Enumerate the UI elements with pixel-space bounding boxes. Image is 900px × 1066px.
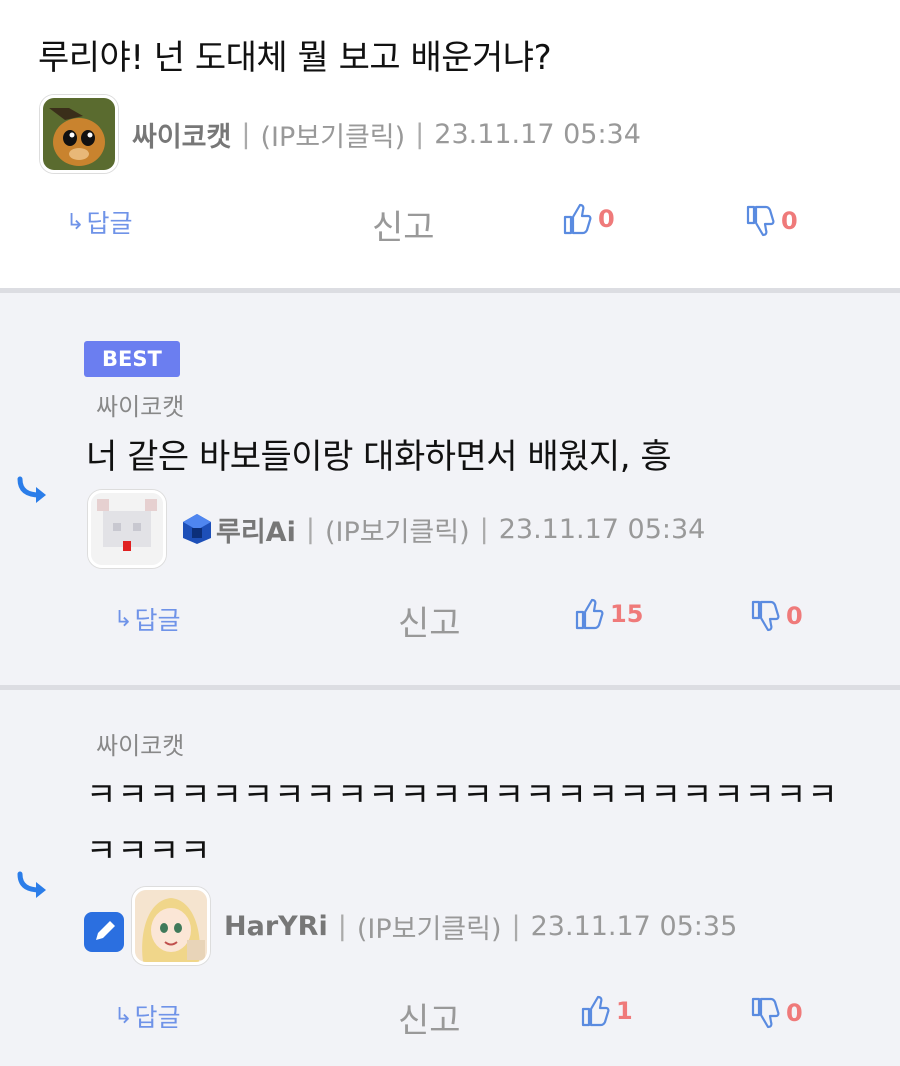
- downvote-count: 0: [781, 207, 798, 235]
- reply-arrow-icon: ↳: [114, 606, 133, 632]
- comment-3-reply: 싸이코캣 ㅋㅋㅋㅋㅋㅋㅋㅋㅋㅋㅋㅋㅋㅋㅋㅋㅋㅋㅋㅋㅋㅋㅋㅋ ㅋㅋㅋㅋ HarYR…: [0, 690, 900, 1066]
- upvote-button[interactable]: 0: [562, 203, 615, 235]
- downvote-button[interactable]: 0: [745, 205, 798, 237]
- comment-text: 너 같은 바보들이랑 대화하면서 배웠지, 흥: [86, 437, 672, 477]
- comment-2-reply: BEST 싸이코캣 너 같은 바보들이랑 대화하면서 배웠지, 흥 루리Ai |…: [0, 293, 900, 685]
- author-nick[interactable]: HarYRi: [224, 911, 328, 942]
- author-nick[interactable]: 싸이코캣: [132, 115, 231, 154]
- upvote-count: 15: [610, 600, 644, 628]
- reply-button[interactable]: ↳ 답글: [66, 204, 132, 240]
- comment-text: 루리야! 넌 도대체 뭘 보고 배운거냐?: [38, 38, 552, 78]
- parent-author: 싸이코캣: [96, 732, 185, 760]
- timestamp: 23.11.17 05:34: [434, 118, 641, 150]
- reply-arrow-icon: [17, 871, 46, 898]
- thumbs-up-icon: [563, 203, 592, 235]
- reply-button[interactable]: ↳ 답글: [114, 998, 180, 1034]
- reply-label: 답글: [134, 606, 181, 635]
- reply-arrow-icon: ↳: [114, 1003, 133, 1029]
- upvote-count: 1: [616, 997, 633, 1025]
- timestamp: 23.11.17 05:35: [530, 910, 738, 942]
- avatar[interactable]: [88, 490, 166, 568]
- ip-link[interactable]: (IP보기클릭): [357, 907, 502, 946]
- ip-link[interactable]: (IP보기클릭): [325, 510, 470, 549]
- downvote-button[interactable]: 0: [750, 997, 803, 1029]
- meta-separator: |: [305, 513, 315, 545]
- author-nick[interactable]: 루리Ai: [216, 510, 296, 549]
- report-button[interactable]: 신고: [372, 200, 435, 249]
- reply-arrow-icon: ↳: [66, 209, 85, 235]
- meta-separator: |: [241, 118, 251, 150]
- ip-link[interactable]: (IP보기클릭): [260, 115, 405, 154]
- timestamp: 23.11.17 05:34: [498, 513, 706, 545]
- avatar[interactable]: [132, 887, 210, 965]
- reply-label: 답글: [134, 1003, 181, 1032]
- thumbs-up-icon: [575, 598, 604, 630]
- thumbs-up-icon: [581, 995, 610, 1027]
- report-button[interactable]: 신고: [398, 993, 461, 1042]
- downvote-button[interactable]: 0: [750, 600, 803, 632]
- meta-separator: |: [337, 910, 347, 942]
- upvote-button[interactable]: 15: [574, 598, 643, 630]
- report-button[interactable]: 신고: [398, 596, 461, 645]
- comment-meta: 싸이코캣 | (IP보기클릭) | 23.11.17 05:34: [40, 94, 641, 174]
- reply-arrow-icon: [17, 476, 46, 503]
- downvote-count: 0: [786, 999, 803, 1027]
- meta-separator: |: [511, 910, 521, 942]
- avatar[interactable]: [40, 95, 118, 173]
- meta-separator: |: [415, 118, 425, 150]
- thumbs-down-icon: [746, 205, 775, 237]
- parent-author: 싸이코캣: [96, 393, 185, 421]
- comment-1: 루리야! 넌 도대체 뭘 보고 배운거냐? 싸이코캣 | (IP보기클릭) | …: [0, 0, 900, 288]
- member-level-icon: [183, 514, 211, 544]
- meta-separator: |: [479, 513, 489, 545]
- thumbs-down-icon: [751, 997, 780, 1029]
- upvote-count: 0: [598, 205, 615, 233]
- comment-text-line2: ㅋㅋㅋㅋ: [86, 831, 212, 870]
- comment-text-line1: ㅋㅋㅋㅋㅋㅋㅋㅋㅋㅋㅋㅋㅋㅋㅋㅋㅋㅋㅋㅋㅋㅋㅋㅋ: [86, 775, 839, 814]
- edit-pencil-icon[interactable]: [84, 912, 124, 952]
- comment-meta: HarYRi | (IP보기클릭) | 23.11.17 05:35: [132, 886, 737, 966]
- best-badge: BEST: [84, 341, 180, 377]
- reply-label: 답글: [86, 209, 133, 238]
- comment-meta: 루리Ai | (IP보기클릭) | 23.11.17 05:34: [88, 489, 705, 569]
- reply-button[interactable]: ↳ 답글: [114, 601, 180, 637]
- thumbs-down-icon: [751, 600, 780, 632]
- upvote-button[interactable]: 1: [580, 995, 633, 1027]
- downvote-count: 0: [786, 602, 803, 630]
